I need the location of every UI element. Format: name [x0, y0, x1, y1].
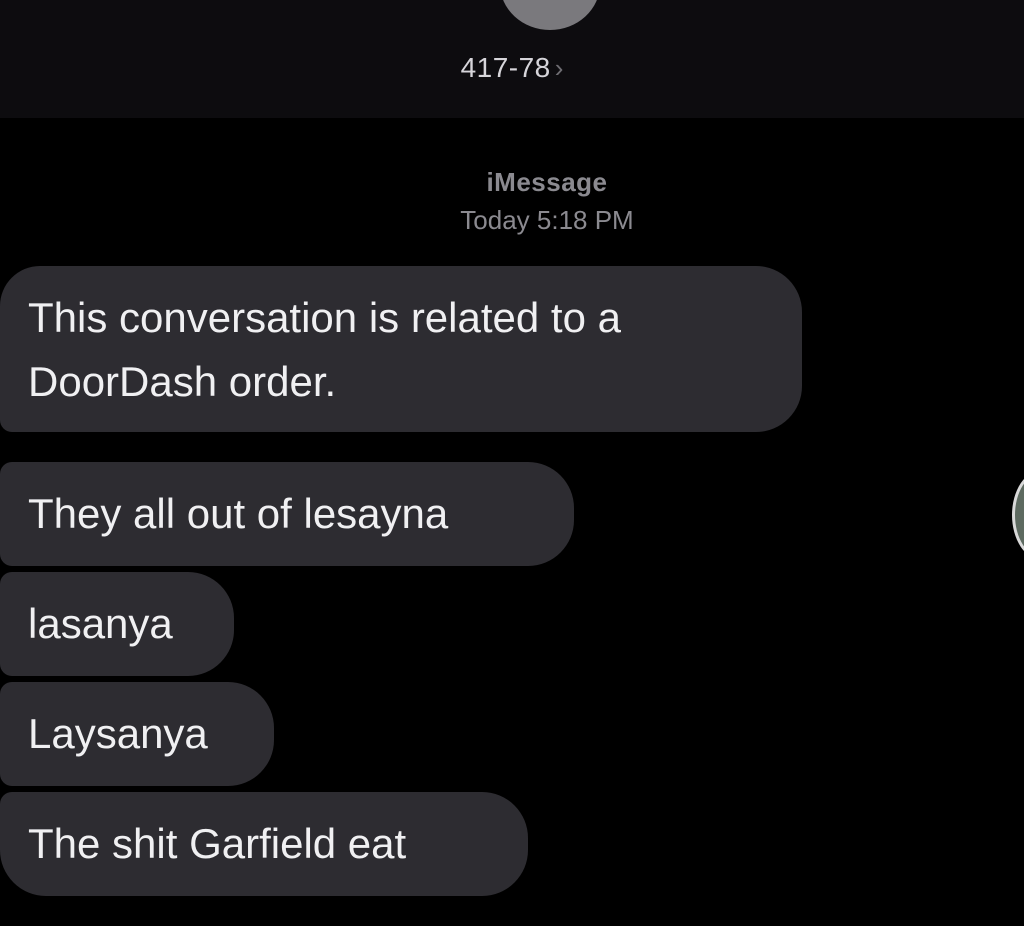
service-label: iMessage	[486, 167, 608, 197]
contact-name: 417-78	[460, 52, 551, 83]
contact-avatar[interactable]	[500, 0, 600, 30]
chevron-right-icon: ›	[554, 53, 564, 83]
message-bubble[interactable]: This conversation is related to a DoorDa…	[0, 266, 802, 432]
conversation-header: 417-78 ›	[0, 0, 1024, 118]
message-bubble[interactable]: lasanya	[0, 572, 234, 676]
message-bubble[interactable]: They all out of lesayna	[0, 462, 574, 566]
messages-screen: 417-78 › iMessage Today 5:18 PM This conv…	[0, 0, 1024, 926]
reaction-avatar-icon	[1012, 470, 1024, 560]
conversation-meta: iMessage Today 5:18 PM	[0, 163, 1024, 239]
timestamp: Today 5:18 PM	[460, 205, 634, 235]
message-bubble[interactable]: Laysanya	[0, 682, 274, 786]
contact-details-button[interactable]: 417-78 ›	[0, 52, 1024, 84]
message-bubble[interactable]: The shit Garfield eat	[0, 792, 528, 896]
